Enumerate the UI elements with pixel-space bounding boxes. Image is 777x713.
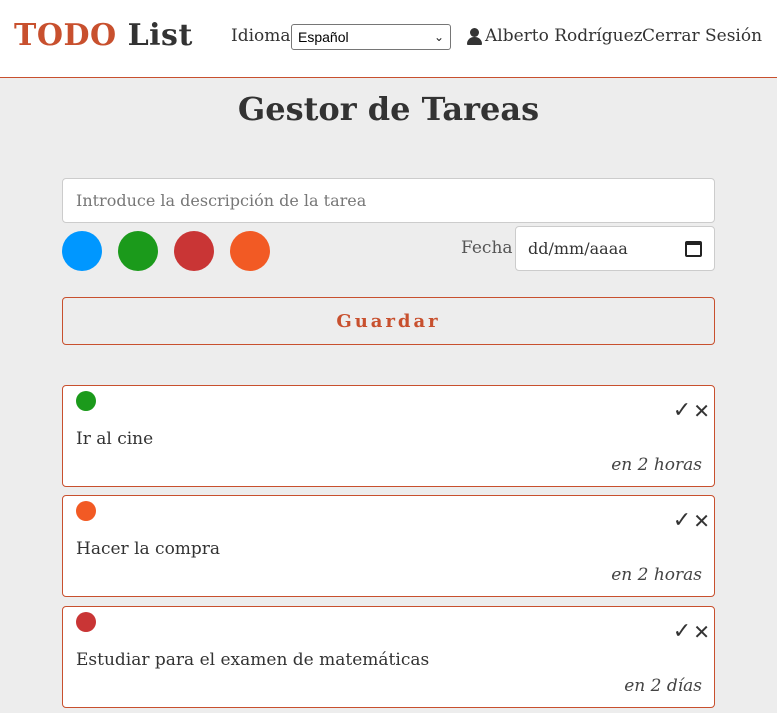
task-card: ✓ ✕ Ir al cine en 2 horas [62, 385, 715, 487]
color-option-blue[interactable] [62, 231, 102, 271]
task-description-input[interactable]: Introduce la descripción de la tarea [62, 178, 715, 223]
language-select[interactable]: Español ⌄ [291, 24, 451, 50]
user-name: Alberto Rodríguez [485, 26, 643, 46]
color-option-orange[interactable] [230, 231, 270, 271]
check-icon[interactable]: ✓ [673, 619, 691, 644]
app-logo[interactable]: TODO List [14, 18, 193, 53]
chevron-down-icon: ⌄ [433, 30, 444, 44]
date-input[interactable]: dd/mm/aaaa [515, 226, 715, 271]
task-color-indicator [76, 501, 96, 521]
logo-list: List [127, 18, 193, 53]
color-option-red[interactable] [174, 231, 214, 271]
date-label: Fecha [461, 238, 513, 258]
check-icon[interactable]: ✓ [673, 398, 691, 423]
user-icon [467, 27, 482, 45]
task-due-time: en 2 horas [611, 455, 702, 475]
calendar-icon[interactable] [685, 240, 702, 257]
close-icon[interactable]: ✕ [693, 509, 710, 533]
user-profile[interactable]: Alberto Rodríguez [467, 26, 643, 46]
check-icon[interactable]: ✓ [673, 508, 691, 533]
date-placeholder: dd/mm/aaaa [528, 239, 628, 258]
task-description: Ir al cine [76, 429, 154, 449]
color-option-green[interactable] [118, 231, 158, 271]
task-card: ✓ ✕ Estudiar para el examen de matemátic… [62, 606, 715, 708]
close-icon[interactable]: ✕ [693, 620, 710, 644]
save-button[interactable]: Guardar [62, 297, 715, 345]
language-selected-value: Español [298, 29, 349, 45]
task-due-time: en 2 horas [611, 565, 702, 585]
task-color-indicator [76, 612, 96, 632]
logout-link[interactable]: Cerrar Sesión [642, 26, 762, 46]
task-due-time: en 2 días [624, 676, 702, 696]
task-description: Estudiar para el examen de matemáticas [76, 650, 430, 670]
page-title: Gestor de Tareas [237, 90, 540, 128]
language-label: Idioma [231, 26, 291, 46]
task-card: ✓ ✕ Hacer la compra en 2 horas [62, 495, 715, 597]
logo-todo: TODO [14, 18, 117, 53]
top-bar: TODO List Idioma Español ⌄ Alberto Rodrí… [0, 0, 777, 78]
task-description: Hacer la compra [76, 539, 221, 559]
task-color-indicator [76, 391, 96, 411]
close-icon[interactable]: ✕ [693, 399, 710, 423]
